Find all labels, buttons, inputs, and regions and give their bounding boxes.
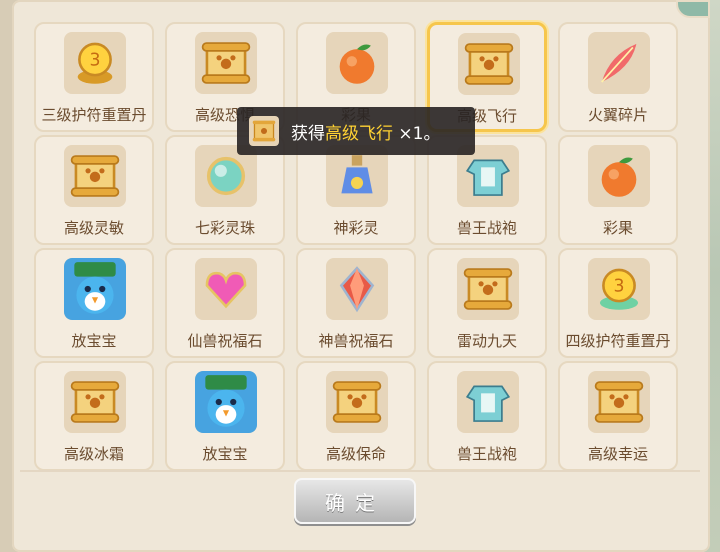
reward-item-name: 四级护符重置丹 xyxy=(565,332,671,350)
reward-item[interactable]: 兽王战袍 xyxy=(427,361,547,471)
crystal-icon xyxy=(326,258,388,320)
reward-item[interactable]: 雷动九天 xyxy=(427,248,547,358)
toast-prefix: 获得 xyxy=(291,123,325,144)
penguin-icon xyxy=(64,258,126,320)
reward-item[interactable]: 放宝宝 xyxy=(165,361,285,471)
reward-item-name: 神彩灵 xyxy=(333,219,379,237)
reward-item-name: 放宝宝 xyxy=(202,445,248,463)
reward-item[interactable]: 放宝宝 xyxy=(34,248,154,358)
reward-item-name: 高级保命 xyxy=(325,445,386,463)
toast-message: 获得高级飞行 ×1。 xyxy=(291,119,440,144)
reward-item-name: 兽王战袍 xyxy=(456,445,517,463)
reward-item[interactable]: 高级保命 xyxy=(296,361,416,471)
scroll-icon xyxy=(64,371,126,433)
reward-grid: 3三级护符重置丹高级恐惧彩果高级飞行火翼碎片高级灵敏七彩灵珠神彩灵兽王战袍彩果放… xyxy=(34,22,678,471)
reward-item-name: 高级冰霜 xyxy=(63,445,124,463)
reward-item[interactable]: 高级冰霜 xyxy=(34,361,154,471)
reward-item-name: 高级幸运 xyxy=(587,445,648,463)
reward-item[interactable]: 仙兽祝福石 xyxy=(165,248,285,358)
penguin-icon xyxy=(195,371,257,433)
armor-icon xyxy=(457,371,519,433)
fruit-icon xyxy=(326,32,388,94)
fruit-icon xyxy=(588,145,650,207)
reward-item[interactable]: 彩果 xyxy=(558,135,678,245)
toast-notification: 获得高级飞行 ×1。 xyxy=(237,107,475,155)
reward-item[interactable]: 神兽祝福石 xyxy=(296,248,416,358)
reward-item-name: 神兽祝福石 xyxy=(318,332,394,350)
confirm-button[interactable]: 确定 xyxy=(294,478,416,524)
scroll-icon xyxy=(457,258,519,320)
reward-item[interactable]: 高级灵敏 xyxy=(34,135,154,245)
talisman-gold-icon: 3 xyxy=(64,32,126,94)
reward-item-name: 放宝宝 xyxy=(71,332,117,350)
reward-item-name: 高级灵敏 xyxy=(63,219,124,237)
talisman-jade-icon: 3 xyxy=(588,258,650,320)
reward-item[interactable]: 3 四级护符重置丹 xyxy=(558,248,678,358)
scroll-icon xyxy=(195,32,257,94)
heart-gem-icon xyxy=(195,258,257,320)
reward-item-name: 彩果 xyxy=(602,219,633,237)
scroll-icon xyxy=(326,371,388,433)
toast-scroll-icon xyxy=(249,116,279,146)
reward-item-name: 七彩灵珠 xyxy=(194,219,255,237)
scroll-icon xyxy=(458,33,520,95)
svg-text:3: 3 xyxy=(89,51,100,71)
reward-item-name: 仙兽祝福石 xyxy=(187,332,263,350)
toast-item-name: 高级飞行 xyxy=(325,123,393,144)
reward-item-name: 兽王战袍 xyxy=(456,219,517,237)
scroll-icon xyxy=(588,371,650,433)
reward-item-name: 火翼碎片 xyxy=(587,106,648,124)
reward-item-name: 三级护符重置丹 xyxy=(41,106,147,124)
scroll-icon xyxy=(64,145,126,207)
panel-corner-ornament xyxy=(676,0,710,18)
reward-item[interactable]: 火翼碎片 xyxy=(558,22,678,132)
reward-item[interactable]: 3 三级护符重置丹 xyxy=(34,22,154,132)
feather-icon xyxy=(588,32,650,94)
svg-text:3: 3 xyxy=(613,277,624,297)
reward-item[interactable]: 高级幸运 xyxy=(558,361,678,471)
reward-item-name: 雷动九天 xyxy=(456,332,517,350)
toast-suffix: ×1。 xyxy=(398,123,441,144)
divider xyxy=(20,470,700,472)
